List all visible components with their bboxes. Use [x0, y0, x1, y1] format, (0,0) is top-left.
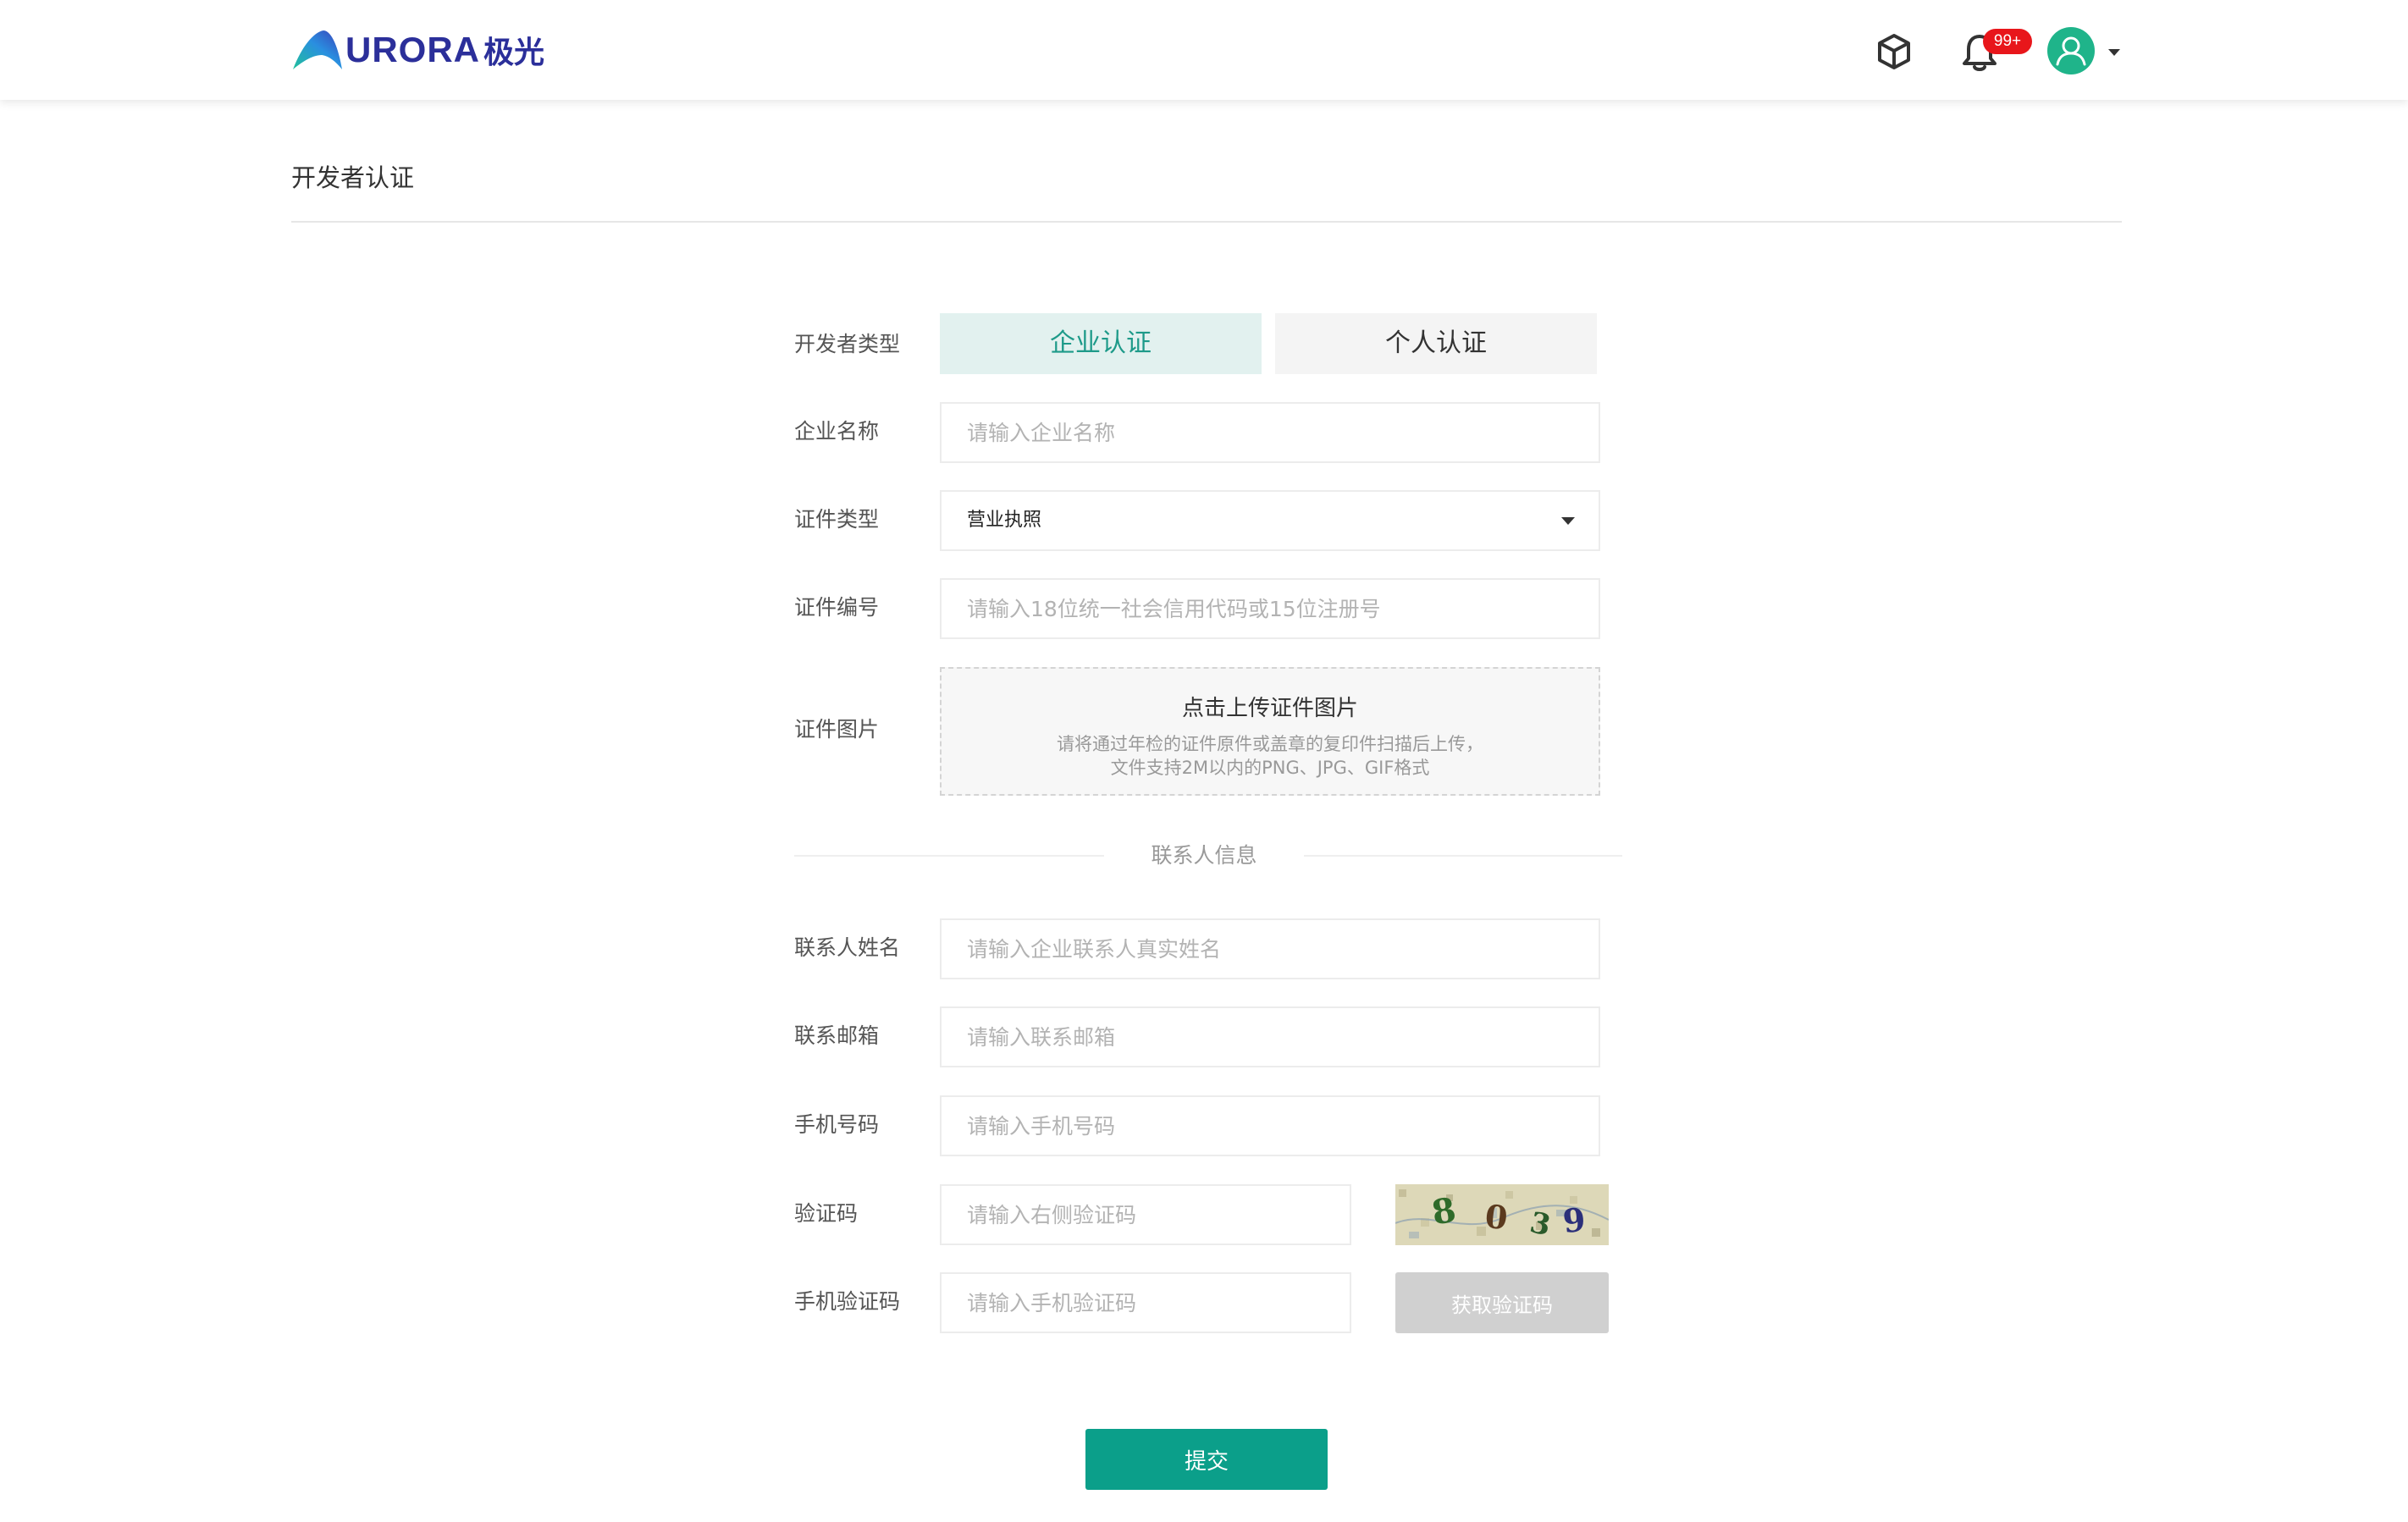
sms-code-label: 手机验证码 [794, 1289, 901, 1314]
tab-enterprise-auth[interactable]: 企业认证 [940, 313, 1262, 374]
submit-button[interactable]: 提交 [1085, 1429, 1328, 1490]
logo-mark-icon [293, 30, 342, 69]
captcha-image[interactable]: 8 0 3 9 [1395, 1184, 1609, 1245]
phone-label: 手机号码 [794, 1112, 880, 1137]
company-name-label: 企业名称 [794, 419, 880, 444]
section-divider-right [1304, 855, 1622, 857]
logo-chinese: 极光 [483, 36, 545, 70]
title-divider [291, 221, 2122, 223]
page-title: 开发者认证 [291, 163, 415, 192]
top-navbar: URORA 极光 99+ [0, 0, 2408, 100]
cert-image-upload[interactable]: 点击上传证件图片 请将通过年检的证件原件或盖章的复印件扫描后上传， 文件支持2M… [940, 667, 1600, 796]
captcha-picture: 8 0 3 9 [1395, 1184, 1609, 1245]
contact-name-label: 联系人姓名 [794, 935, 901, 960]
company-name-input[interactable] [940, 402, 1600, 463]
upload-title: 点击上传证件图片 [1181, 696, 1358, 721]
developer-type-label: 开发者类型 [794, 332, 901, 356]
svg-text:9: 9 [1561, 1200, 1588, 1241]
get-sms-code-button[interactable]: 获取验证码 [1395, 1272, 1609, 1333]
cert-image-label: 证件图片 [794, 717, 880, 742]
contact-section-title: 联系人信息 [1151, 843, 1257, 868]
user-avatar[interactable] [2047, 27, 2095, 74]
contact-email-input[interactable] [940, 1006, 1600, 1067]
captcha-input[interactable] [940, 1184, 1351, 1245]
section-divider-left [794, 855, 1104, 857]
cert-number-label: 证件编号 [794, 595, 880, 620]
upload-hint-line1: 请将通过年检的证件原件或盖章的复印件扫描后上传， [1057, 734, 1483, 754]
contact-email-label: 联系邮箱 [794, 1023, 880, 1048]
svg-text:0: 0 [1483, 1197, 1510, 1238]
sms-code-input[interactable] [940, 1272, 1351, 1333]
upload-hint-line2: 文件支持2M以内的PNG、JPG、GIF格式 [1110, 758, 1430, 778]
cert-type-label: 证件类型 [794, 507, 880, 532]
user-avatar-icon [2056, 36, 2086, 66]
contact-name-input[interactable] [940, 918, 1600, 979]
phone-input[interactable] [940, 1095, 1600, 1156]
tab-personal-auth[interactable]: 个人认证 [1275, 313, 1597, 374]
aurora-logo[interactable]: URORA 极光 [291, 27, 544, 73]
cube-icon[interactable] [1875, 32, 1914, 71]
cert-type-value: 营业执照 [967, 510, 1042, 531]
captcha-label: 验证码 [794, 1201, 859, 1226]
caret-down-icon[interactable] [2108, 49, 2120, 56]
notifications-button[interactable]: 99+ [1961, 29, 2032, 76]
cert-type-select[interactable]: 营业执照 [940, 490, 1600, 551]
notification-count-badge: 99+ [1983, 29, 2032, 54]
cert-number-input[interactable] [940, 578, 1600, 639]
logo-wordmark: URORA [345, 30, 480, 69]
chevron-down-icon [1561, 517, 1575, 525]
